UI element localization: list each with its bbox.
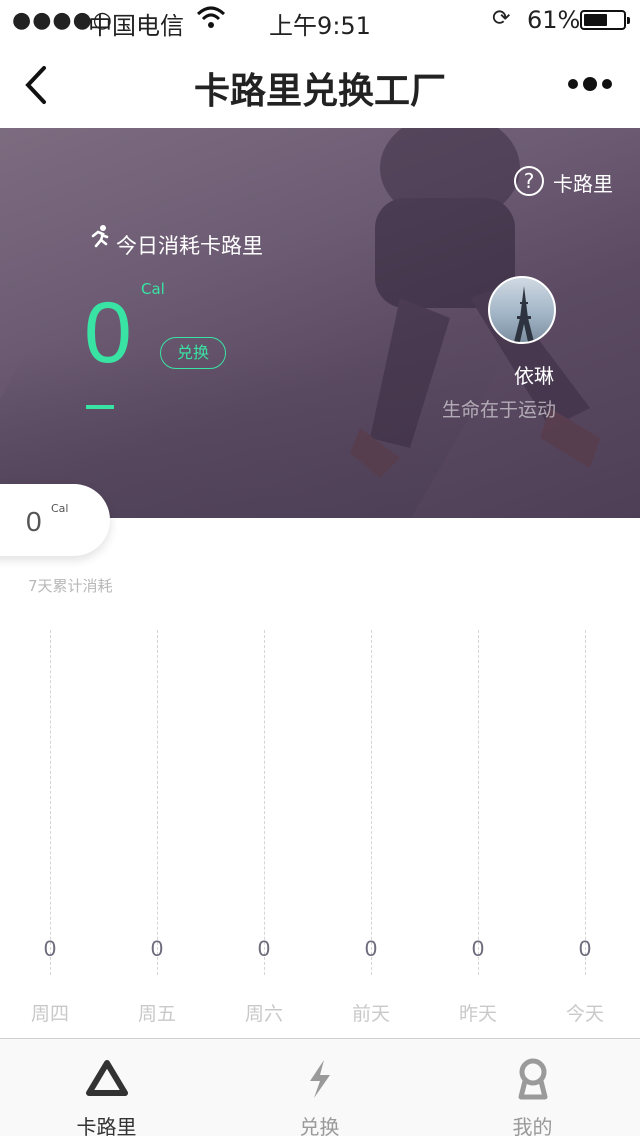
rotation-lock-icon: ⟳ (492, 6, 511, 31)
weekly-total-value: 0 (26, 506, 42, 537)
hero-banner: ? 卡路里 今日消耗卡路里 0 Cal 兑换 依琳 生命在于运动 (0, 128, 640, 518)
status-bar: ●●●●○ 中国电信 上午9:51 ⟳ 61% (0, 0, 640, 40)
chart-day-label[interactable]: 周五 (127, 999, 187, 1026)
avatar[interactable] (488, 276, 556, 344)
chart-day-label[interactable]: 周六 (234, 999, 294, 1026)
weekly-total-label: 7天累计消耗 (28, 577, 113, 595)
tab-exchange[interactable]: 兑换 (213, 1039, 426, 1139)
help-calorie-link[interactable]: 卡路里 (553, 168, 613, 197)
weekly-calorie-chart: 0 周四 0 周五 0 周六 0 前天 0 昨天 0 今天 (0, 630, 640, 1030)
tab-bar: 卡路里 兑换 我的 (0, 1038, 640, 1139)
lightning-icon (309, 1060, 330, 1098)
chart-day-label[interactable]: 昨天 (448, 999, 508, 1026)
weekly-total-pill: 0 Cal (0, 484, 110, 556)
chart-gridline (371, 630, 372, 975)
chart-value-label: 0 (471, 936, 485, 961)
triangle-icon (85, 1060, 128, 1096)
chart-gridline (157, 630, 158, 975)
profile-pin-icon (518, 1058, 547, 1100)
value-underline (86, 405, 114, 409)
tab-profile[interactable]: 我的 (426, 1039, 639, 1139)
battery-percent: 61% (527, 6, 581, 34)
chart-gridline (585, 630, 586, 975)
user-name: 依琳 (514, 364, 554, 388)
chart-gridline (478, 630, 479, 975)
help-icon[interactable]: ? (514, 166, 544, 196)
chart-gridline (264, 630, 265, 975)
chart-value-label: 0 (364, 936, 378, 961)
chart-day-label[interactable]: 今天 (555, 999, 615, 1026)
page-title: 卡路里兑换工厂 (193, 71, 446, 112)
chart-value-label: 0 (150, 936, 164, 961)
weekly-total-unit: Cal (51, 502, 69, 515)
exchange-button[interactable]: 兑换 (160, 337, 226, 369)
chart-day-label[interactable]: 周四 (20, 999, 80, 1026)
battery-icon (580, 10, 630, 30)
running-icon (91, 225, 109, 248)
nav-bar: 卡路里兑换工厂 (0, 40, 640, 128)
more-dots-icon[interactable] (565, 74, 615, 94)
chart-value-label: 0 (43, 936, 57, 961)
chart-value-label: 0 (578, 936, 592, 961)
today-calorie-value: 0 (84, 285, 132, 381)
today-calorie-label: 今日消耗卡路里 (116, 234, 263, 258)
chart-value-label: 0 (257, 936, 271, 961)
calorie-unit: Cal (141, 280, 165, 298)
chart-day-label[interactable]: 前天 (341, 999, 401, 1026)
user-motto: 生命在于运动 (441, 399, 556, 421)
chart-gridline (50, 630, 51, 975)
tab-calorie[interactable]: 卡路里 (0, 1039, 213, 1139)
